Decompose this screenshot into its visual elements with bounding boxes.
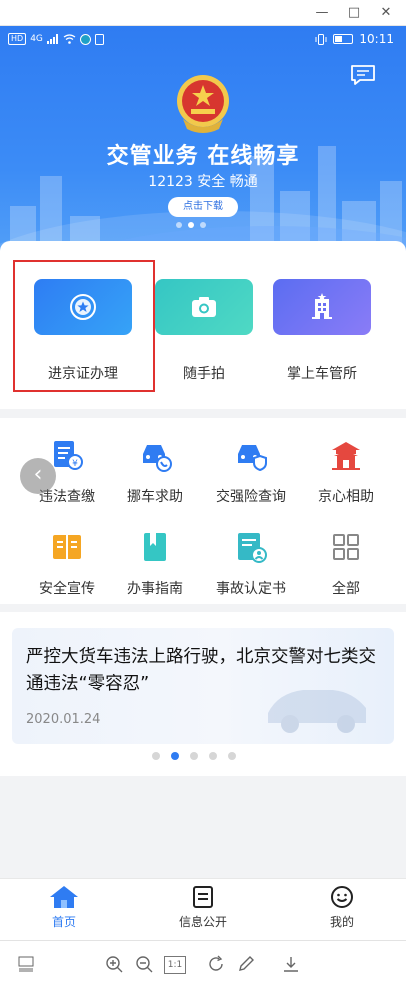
thumbnail-button[interactable] <box>16 955 36 975</box>
status-bar: HD 4G 10:11 <box>0 26 406 54</box>
network-indicator: 4G <box>30 34 43 44</box>
status-time: 10:11 <box>359 32 394 46</box>
smile-icon <box>331 886 353 908</box>
tab-home[interactable]: 首页 <box>24 885 104 930</box>
car-call-icon <box>143 445 172 472</box>
svg-text:¥: ¥ <box>72 459 78 469</box>
news-carousel-dots <box>152 752 236 760</box>
service-aqxc[interactable]: 安全宣传 <box>17 530 117 598</box>
rotate-button[interactable] <box>206 955 226 975</box>
camera-icon <box>192 297 216 317</box>
hd-indicator: HD <box>8 33 27 45</box>
maximize-button[interactable]: □ <box>342 4 366 22</box>
battery-icon <box>333 34 354 44</box>
tab-mine[interactable]: 我的 <box>302 885 382 930</box>
tab-info[interactable]: 信息公开 <box>163 885 243 930</box>
temple-icon <box>332 442 360 470</box>
carousel-dot[interactable] <box>188 222 194 228</box>
news-date: 2020.01.24 <box>26 712 101 727</box>
phone-screen: HD 4G 10:11 交管业务 在线畅享 12123 安全 畅通 点击下载 进… <box>0 26 406 940</box>
minimize-button[interactable]: — <box>310 4 334 22</box>
feature-tile <box>155 279 253 335</box>
service-label: 安全宣传 <box>39 581 95 597</box>
service-label: 办事指南 <box>127 581 183 597</box>
actual-size-button[interactable]: 1:1 <box>164 956 186 974</box>
service-grid: ¥ 违法查缴 挪车求助 交强险查询 京心相助 安全宣传 办事指南 事故认定书 全… <box>0 418 406 604</box>
service-label: 事故认定书 <box>216 581 286 597</box>
feature-label: 掌上车管所 <box>287 366 357 382</box>
carousel-dot[interactable] <box>152 752 160 760</box>
close-button[interactable]: ✕ <box>374 4 398 22</box>
service-nuoche[interactable]: 挪车求助 <box>105 438 205 506</box>
wifi-icon <box>63 34 76 44</box>
news-title: 严控大货车违法上路行驶，北京交警对七类交通违法“零容忍” <box>26 647 376 694</box>
carousel-dot[interactable] <box>190 752 198 760</box>
service-sgrds[interactable]: 事故认定书 <box>201 530 301 598</box>
service-all[interactable]: 全部 <box>296 530 396 598</box>
zoom-out-icon <box>136 956 153 973</box>
carousel-dot[interactable] <box>209 752 217 760</box>
police-emblem-icon <box>177 75 229 133</box>
news-banner[interactable]: 严控大货车违法上路行驶，北京交警对七类交通违法“零容忍” 2020.01.24 <box>12 628 394 744</box>
feature-zhangshang-cheguansuo[interactable]: 掌上车管所 <box>273 279 371 383</box>
service-label: 挪车求助 <box>127 489 183 505</box>
thumbnail-icon <box>18 956 34 972</box>
tab-label: 我的 <box>329 915 354 929</box>
news-card: 严控大货车违法上路行驶，北京交警对七类交通违法“零容忍” 2020.01.24 <box>0 612 406 776</box>
certificate-icon <box>238 533 267 563</box>
zoom-out-button[interactable] <box>134 955 154 975</box>
service-label: 全部 <box>332 581 360 597</box>
feature-label: 随手拍 <box>183 366 225 382</box>
feature-suishoupai[interactable]: 随手拍 <box>155 279 253 383</box>
signal-icon <box>46 34 58 44</box>
document-icon <box>193 886 213 908</box>
pencil-icon <box>239 956 254 971</box>
carousel-dot[interactable] <box>228 752 236 760</box>
carousel-dot[interactable] <box>171 752 179 760</box>
window-title-bar: — □ ✕ <box>0 0 406 26</box>
hero-subtitle: 12123 安全 畅通 <box>148 174 258 190</box>
hero-carousel-dots <box>176 222 206 228</box>
sim-icon <box>94 33 104 45</box>
highlight-box <box>13 260 155 392</box>
bottom-tab-bar: 首页 信息公开 我的 <box>0 878 406 940</box>
message-icon[interactable] <box>350 64 376 86</box>
app-notification-icon <box>79 33 91 45</box>
book-icon <box>53 535 81 559</box>
tab-label: 首页 <box>51 915 76 929</box>
zoom-in-icon <box>106 956 123 973</box>
chevron-left-icon: ‹ <box>33 462 43 487</box>
zoom-in-button[interactable] <box>104 955 124 975</box>
car-shield-icon <box>238 445 267 472</box>
home-icon <box>50 886 78 908</box>
download-button[interactable]: 点击下载 <box>168 197 238 217</box>
grid-icon <box>333 534 359 560</box>
vibrate-icon <box>315 33 327 45</box>
edit-button[interactable] <box>236 955 256 975</box>
carousel-dot[interactable] <box>200 222 206 228</box>
download-icon <box>284 957 298 972</box>
service-jxxz[interactable]: 京心相助 <box>296 438 396 506</box>
feature-card: 进京证办理 随手拍 掌上车管所 <box>0 241 406 409</box>
service-label: 交强险查询 <box>216 489 286 505</box>
hero-title: 交管业务 在线畅享 <box>106 144 300 169</box>
bookmark-icon <box>144 533 166 561</box>
feature-tile <box>273 279 371 335</box>
download-file-button[interactable] <box>281 955 301 975</box>
service-label: 京心相助 <box>318 489 374 505</box>
carousel-dot[interactable] <box>176 222 182 228</box>
tab-label: 信息公开 <box>178 915 227 929</box>
service-bszn[interactable]: 办事指南 <box>105 530 205 598</box>
viewer-toolbar: 1:1 <box>0 940 406 988</box>
rotate-icon <box>209 955 223 971</box>
back-arrow-button[interactable]: ‹ <box>20 458 56 494</box>
building-icon <box>312 293 332 319</box>
service-jqx[interactable]: 交强险查询 <box>201 438 301 506</box>
fine-doc-icon: ¥ <box>54 441 83 470</box>
